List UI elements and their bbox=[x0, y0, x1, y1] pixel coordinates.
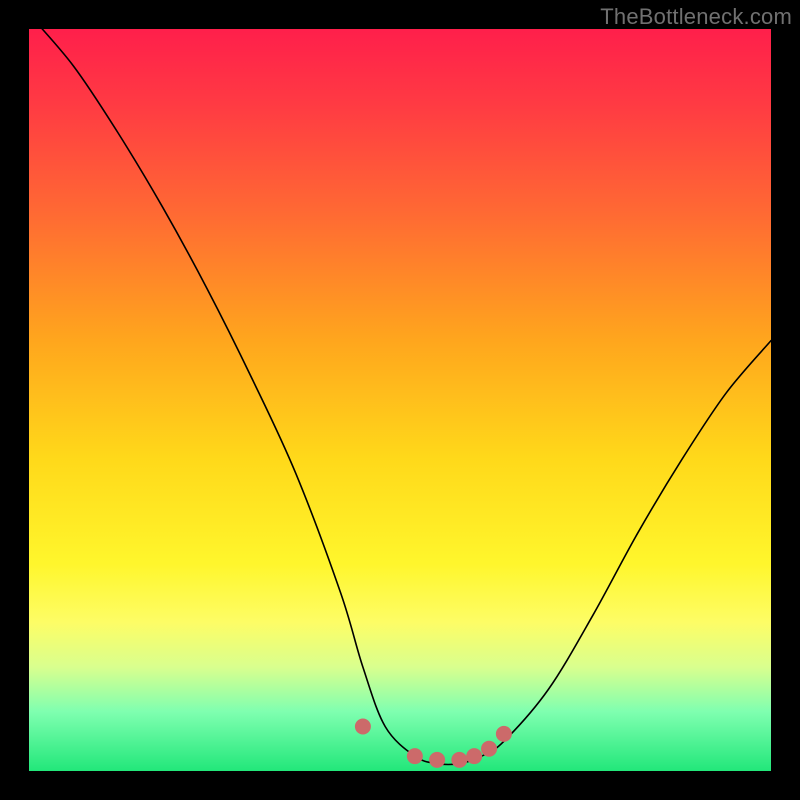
bottleneck-curve bbox=[29, 14, 771, 764]
bottom-marker bbox=[355, 718, 371, 734]
curve-layer bbox=[29, 29, 771, 771]
watermark-text: TheBottleneck.com bbox=[600, 4, 792, 30]
bottom-marker bbox=[429, 752, 445, 768]
bottom-marker bbox=[451, 752, 467, 768]
bottom-marker bbox=[466, 748, 482, 764]
bottom-marker bbox=[407, 748, 423, 764]
bottom-marker bbox=[496, 726, 512, 742]
plot-area bbox=[29, 29, 771, 771]
bottom-marker-group bbox=[355, 718, 512, 767]
bottom-marker bbox=[481, 741, 497, 757]
chart-frame: TheBottleneck.com bbox=[0, 0, 800, 800]
